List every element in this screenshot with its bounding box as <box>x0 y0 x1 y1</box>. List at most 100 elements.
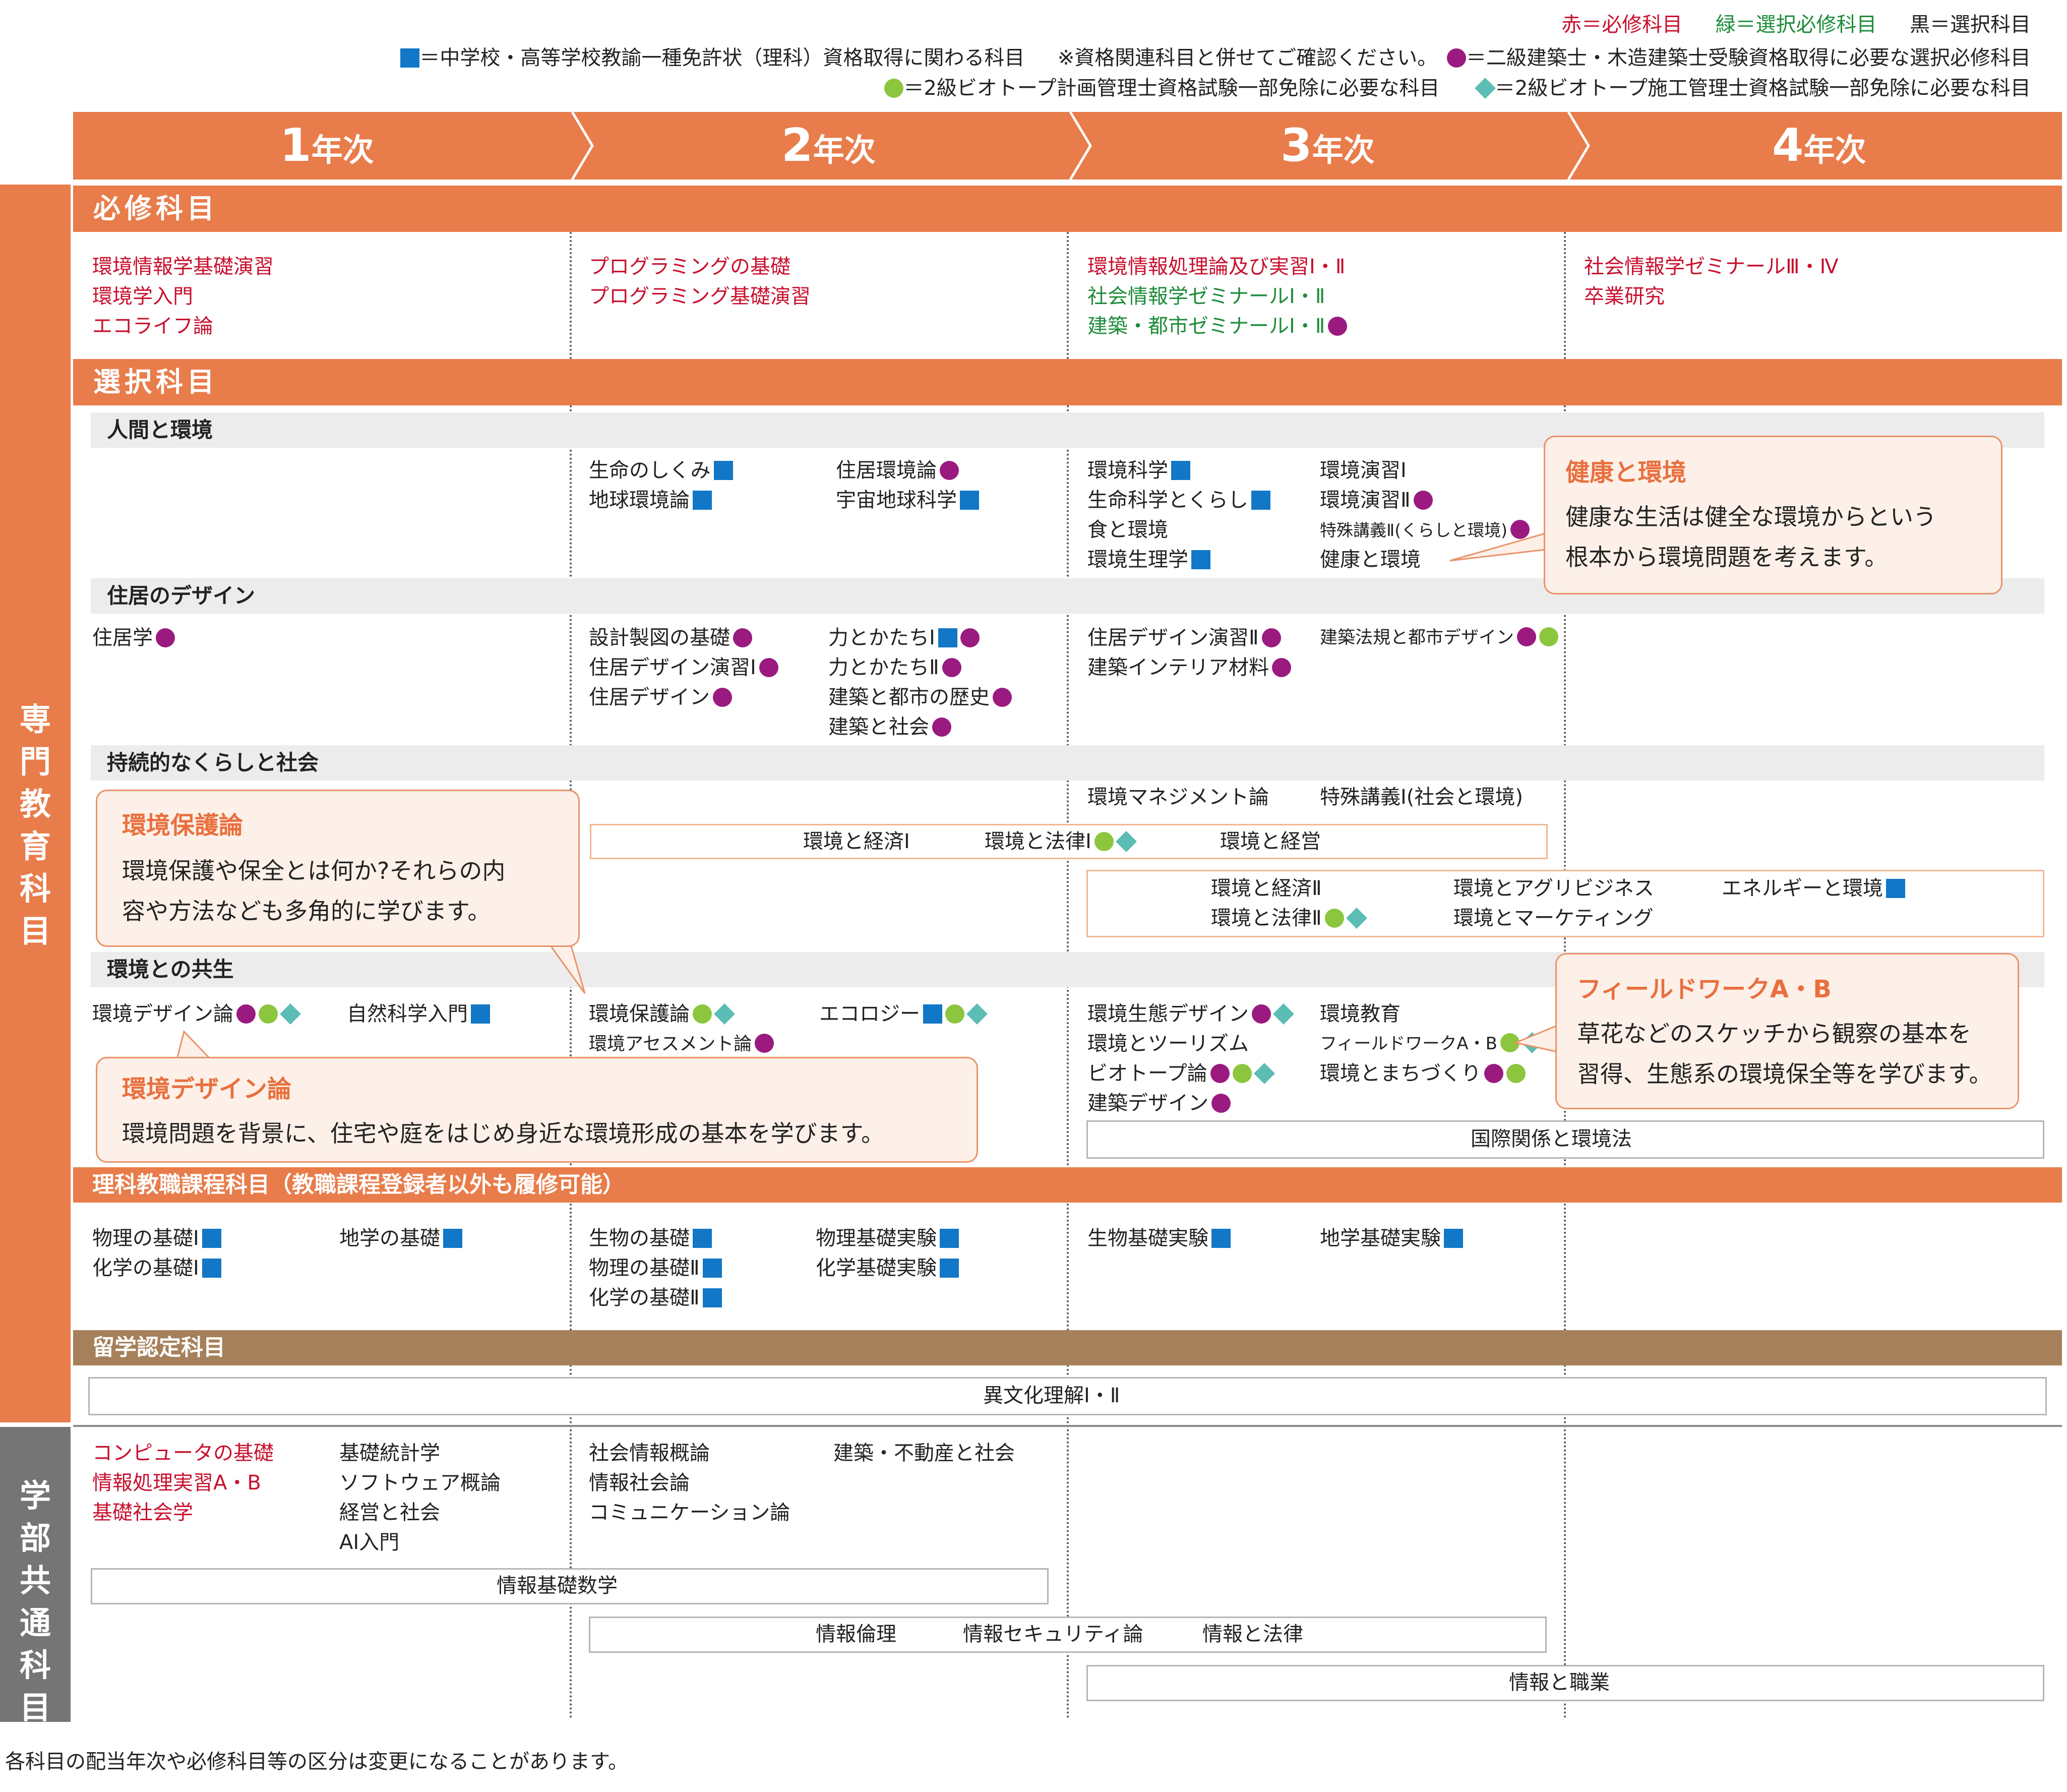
subsection-title-human-env: 人間と環境 <box>107 417 213 442</box>
course-teacher-y1a-2: 化学の基礎Ⅰ <box>92 1253 221 1283</box>
course-y3-req-2: 社会情報学ゼミナールⅠ・Ⅱ <box>1087 285 1325 308</box>
required-header-title: 必修科目 <box>93 193 218 224</box>
square-icon <box>1886 879 1905 898</box>
course-teacher-y1a-1: 物理の基礎Ⅰ <box>92 1224 221 1253</box>
box-env-econ-1-item-2: 環境と法律Ⅰ <box>985 827 1137 857</box>
course-housing-y2a-3: 住居デザイン <box>589 683 732 712</box>
course-coexist-y3a-4: 建築デザイン <box>1087 1089 1231 1118</box>
course-common-y2a-2: 情報社会論 <box>589 1471 690 1495</box>
course-teacher-y2a-2: 物理の基礎Ⅱ <box>589 1253 722 1283</box>
box-env-econ-2-item-1: 環境と経済Ⅱ <box>1211 877 1322 900</box>
square-icon <box>202 1259 221 1278</box>
sidebar-common-label: 学部共通科目 <box>19 1477 51 1726</box>
course-common-y1a-1: コンピュータの基礎 <box>92 1442 274 1465</box>
footnote: 各科目の配当年次や必修科目等の区分は変更になることがあります。 <box>5 1750 628 1773</box>
required-header-bar <box>73 186 2062 232</box>
callout-field-line-2: 習得、生態系の環境保全等を学びます。 <box>1577 1060 1992 1088</box>
purple-dot-icon <box>960 628 980 647</box>
callout-design-title: 環境デザイン論 <box>122 1075 292 1103</box>
course-coexist-y1a: 環境デザイン論 <box>92 999 301 1029</box>
course-coexist-y3b-3: 環境とまちづくり <box>1320 1059 1526 1089</box>
purple-dot-icon <box>236 1004 256 1024</box>
legend-biotope-plan: ＝2級ビオトープ計画管理士資格試験一部免除に必要な科目 <box>903 77 1440 100</box>
course-human-y3a-1: 環境科学 <box>1087 456 1190 486</box>
subsection-title-coexist: 環境との共生 <box>107 957 234 982</box>
square-icon <box>1191 550 1210 569</box>
square-icon <box>693 491 712 510</box>
course-human-y2a-1: 生命のしくみ <box>589 456 733 486</box>
diamond-icon <box>966 1003 988 1025</box>
course-housing-y2b-3: 建築と都市の歴史 <box>828 683 1012 712</box>
square-icon <box>960 491 979 510</box>
legend-green: 緑＝選択必修科目 <box>1715 13 1877 36</box>
purple-dot-icon <box>932 718 951 737</box>
callout-health-title: 健康と環境 <box>1565 458 1687 487</box>
course-human-y3b-1: 環境演習Ⅰ <box>1320 459 1407 482</box>
course-housing-y1-1: 住居学 <box>92 623 175 653</box>
box-intercultural-text: 異文化理解Ⅰ・Ⅱ <box>983 1384 1120 1407</box>
legend-red: 赤＝必修科目 <box>1561 13 1683 36</box>
course-teacher-y2a-1: 生物の基礎 <box>589 1224 712 1253</box>
purple-dot-icon <box>755 1034 774 1053</box>
course-teacher-y3b-1: 地学基礎実験 <box>1320 1224 1463 1253</box>
course-coexist-y2a-2: 環境アセスメント論 <box>589 1029 774 1059</box>
green-dot-icon <box>259 1004 278 1024</box>
square-icon <box>940 1229 959 1248</box>
callout-field-line-1: 草花などのスケッチから観察の基本を <box>1577 1020 1971 1047</box>
square-icon <box>702 1288 722 1307</box>
legend-architect: ＝二級建築士・木造建築士受験資格取得に必要な選択必修科目 <box>1466 46 2031 70</box>
callout-design-line-1: 環境問題を背景に、住宅や庭をはじめ身近な環境形成の基本を学びます。 <box>122 1120 885 1147</box>
callout-health-line-1: 健康な生活は健全な環境からという <box>1565 503 1936 530</box>
course-coexist-y3a-1: 環境生態デザイン <box>1087 999 1294 1029</box>
course-coexist-y3b-1: 環境教育 <box>1320 1002 1401 1026</box>
purple-dot-icon <box>993 688 1012 707</box>
box-env-econ-2-item-3: 環境とアグリビジネス <box>1453 877 1654 900</box>
callout-protect-title: 環境保護論 <box>122 811 244 840</box>
square-icon <box>443 1229 462 1248</box>
course-y3-req-3: 建築・都市ゼミナールⅠ・Ⅱ <box>1087 312 1348 341</box>
callout-protect-line-2: 容や方法なども多角的に学びます。 <box>122 898 491 925</box>
course-teacher-y2a-3: 化学の基礎Ⅱ <box>589 1283 722 1313</box>
course-coexist-y2b: エコロジー <box>819 999 988 1029</box>
course-housing-y3a-2: 建築インテリア材料 <box>1087 653 1291 683</box>
purple-dot-icon <box>1517 627 1537 646</box>
purple-dot-icon <box>1210 1064 1230 1083</box>
course-y1-req-2: 環境学入門 <box>92 285 193 308</box>
course-teacher-y1b-1: 地学の基礎 <box>339 1224 462 1253</box>
course-housing-y2b-4: 建築と社会 <box>828 712 951 742</box>
purple-dot-icon <box>1261 628 1281 647</box>
purple-dot-icon <box>1413 491 1433 510</box>
course-coexist-y2a-1: 環境保護論 <box>589 999 735 1029</box>
course-human-y2a-2: 地球環境論 <box>589 486 712 515</box>
callout-health-pointer <box>1449 532 1546 562</box>
subsection-bar-sustainable <box>91 745 2044 781</box>
course-common-y1b-4: AI入門 <box>339 1531 400 1554</box>
course-sust-y3a: 環境マネジメント論 <box>1087 786 1269 809</box>
course-human-y3b-4: 健康と環境 <box>1320 548 1421 571</box>
teacher-header-title: 理科教職課程科目（教職課程登録者以外も履修可能） <box>92 1172 625 1198</box>
legend-line-3: ＝2級ビオトープ計画管理士資格試験一部免除に必要な科目 ＝2級ビオトープ施工管理… <box>881 74 2031 103</box>
purple-dot-icon <box>940 461 959 480</box>
square-icon <box>1211 1229 1231 1248</box>
box-info-math-text: 情報基礎数学 <box>497 1574 618 1597</box>
course-common-y2b-1: 建築・不動産と社会 <box>833 1442 1015 1465</box>
purple-dot-icon <box>1484 1064 1503 1083</box>
green-dot-icon <box>1539 627 1559 646</box>
subsection-title-housing: 住居のデザイン <box>107 583 256 608</box>
section-divider <box>73 1425 2062 1427</box>
square-icon <box>713 461 733 480</box>
box-env-econ-2-item-5: エネルギーと環境 <box>1722 874 1905 904</box>
subsection-title-sustainable: 持続的なくらしと社会 <box>107 750 319 775</box>
course-human-y3a-2: 生命科学とくらし <box>1087 486 1270 515</box>
sidebar-major-label: 専門教育科目 <box>19 701 51 949</box>
square-icon <box>1251 491 1270 510</box>
course-human-y3b-2: 環境演習Ⅱ <box>1320 486 1433 515</box>
box-info-ethics-item-1: 情報倫理 <box>816 1623 896 1646</box>
course-housing-y2a-2: 住居デザイン演習Ⅰ <box>589 653 778 683</box>
purple-dot-icon <box>713 688 732 707</box>
course-y4-req-1: 社会情報学ゼミナールⅢ・Ⅳ <box>1584 255 1839 278</box>
purple-dot-icon <box>156 628 175 647</box>
course-y2-req-1: プログラミングの基礎 <box>589 255 791 278</box>
box-info-ethics-item-2: 情報セキュリティ論 <box>963 1623 1143 1646</box>
diamond-icon <box>1253 1063 1275 1084</box>
